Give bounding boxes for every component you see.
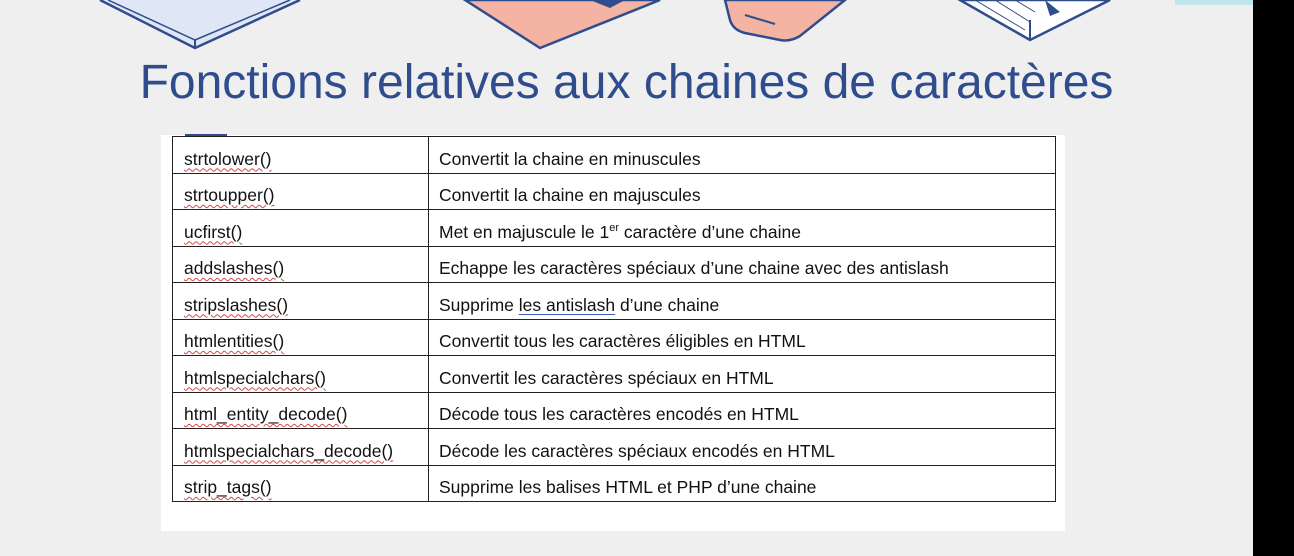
table-row: strtolower() Convertit la chaine en minu… bbox=[172, 136, 1056, 174]
function-name: strip_tags() bbox=[184, 477, 272, 497]
window-edge bbox=[1253, 0, 1294, 556]
description-text: caractère d’une chaine bbox=[619, 221, 801, 242]
box-illustration bbox=[957, 0, 1111, 42]
salmon-card-illustration bbox=[462, 0, 661, 50]
phone-illustration bbox=[723, 0, 848, 42]
function-name: strtolower() bbox=[184, 148, 272, 169]
table-row: addslashes() Echappe les caractères spéc… bbox=[172, 245, 1056, 283]
function-description: Décode tous les caractères encodés en HT… bbox=[428, 391, 1056, 429]
function-description: Echappe les caractères spéciaux d’une ch… bbox=[428, 245, 1056, 283]
table-row: strip_tags() Supprime les balises HTML e… bbox=[172, 464, 1056, 502]
function-description: Décode les caractères spéciaux encodés e… bbox=[428, 428, 1056, 466]
accent-tab bbox=[1175, 0, 1253, 5]
function-description: Convertit la chaine en majuscules bbox=[428, 172, 1056, 210]
functions-table: strtolower() Convertit la chaine en minu… bbox=[172, 136, 1056, 502]
description-text: Supprime bbox=[439, 294, 519, 315]
decorative-illustrations bbox=[99, 0, 1111, 50]
table-row: htmlspecialchars() Convertit les caractè… bbox=[172, 355, 1056, 393]
description-superscript: er bbox=[609, 221, 620, 234]
function-name: ucfirst() bbox=[184, 221, 243, 242]
function-description: Convertit tous les caractères éligibles … bbox=[428, 318, 1056, 356]
function-name: htmlspecialchars() bbox=[184, 367, 326, 388]
description-underlined-text: les antislash bbox=[518, 294, 616, 315]
function-name: stripslashes() bbox=[184, 294, 289, 315]
function-name: htmlspecialchars_decode() bbox=[184, 440, 394, 461]
table-row: html_entity_decode() Décode tous les car… bbox=[172, 391, 1056, 429]
function-description: Convertit la chaine en minuscules bbox=[428, 136, 1056, 174]
table-row: stripslashes() Supprime les antislash d’… bbox=[172, 282, 1056, 320]
function-name: htmlentities() bbox=[184, 331, 285, 351]
table-row: htmlentities() Convertit tous les caract… bbox=[172, 318, 1056, 356]
function-name: html_entity_decode() bbox=[184, 404, 348, 424]
function-description: Supprime les balises HTML et PHP d’une c… bbox=[428, 464, 1056, 502]
function-name: addslashes() bbox=[184, 258, 285, 278]
table-row: strtoupper() Convertit la chaine en maju… bbox=[172, 172, 1056, 210]
function-description: Convertit les caractères spéciaux en HTM… bbox=[428, 355, 1056, 393]
slide: Fonctions relatives aux chaines de carac… bbox=[0, 0, 1253, 556]
table-row: ucfirst() Met en majuscule le 1er caract… bbox=[172, 209, 1056, 247]
function-name: strtoupper() bbox=[184, 185, 275, 205]
description-text: Met en majuscule le 1 bbox=[439, 221, 610, 242]
description-text: d’une chaine bbox=[615, 294, 720, 315]
open-book-illustration bbox=[99, 0, 301, 50]
function-description: Met en majuscule le 1er caractère d’une … bbox=[428, 209, 1056, 247]
function-description: Supprime les antislash d’une chaine bbox=[428, 282, 1056, 320]
table-row: htmlspecialchars_decode() Décode les car… bbox=[172, 428, 1056, 466]
slide-title: Fonctions relatives aux chaines de carac… bbox=[139, 56, 1114, 109]
